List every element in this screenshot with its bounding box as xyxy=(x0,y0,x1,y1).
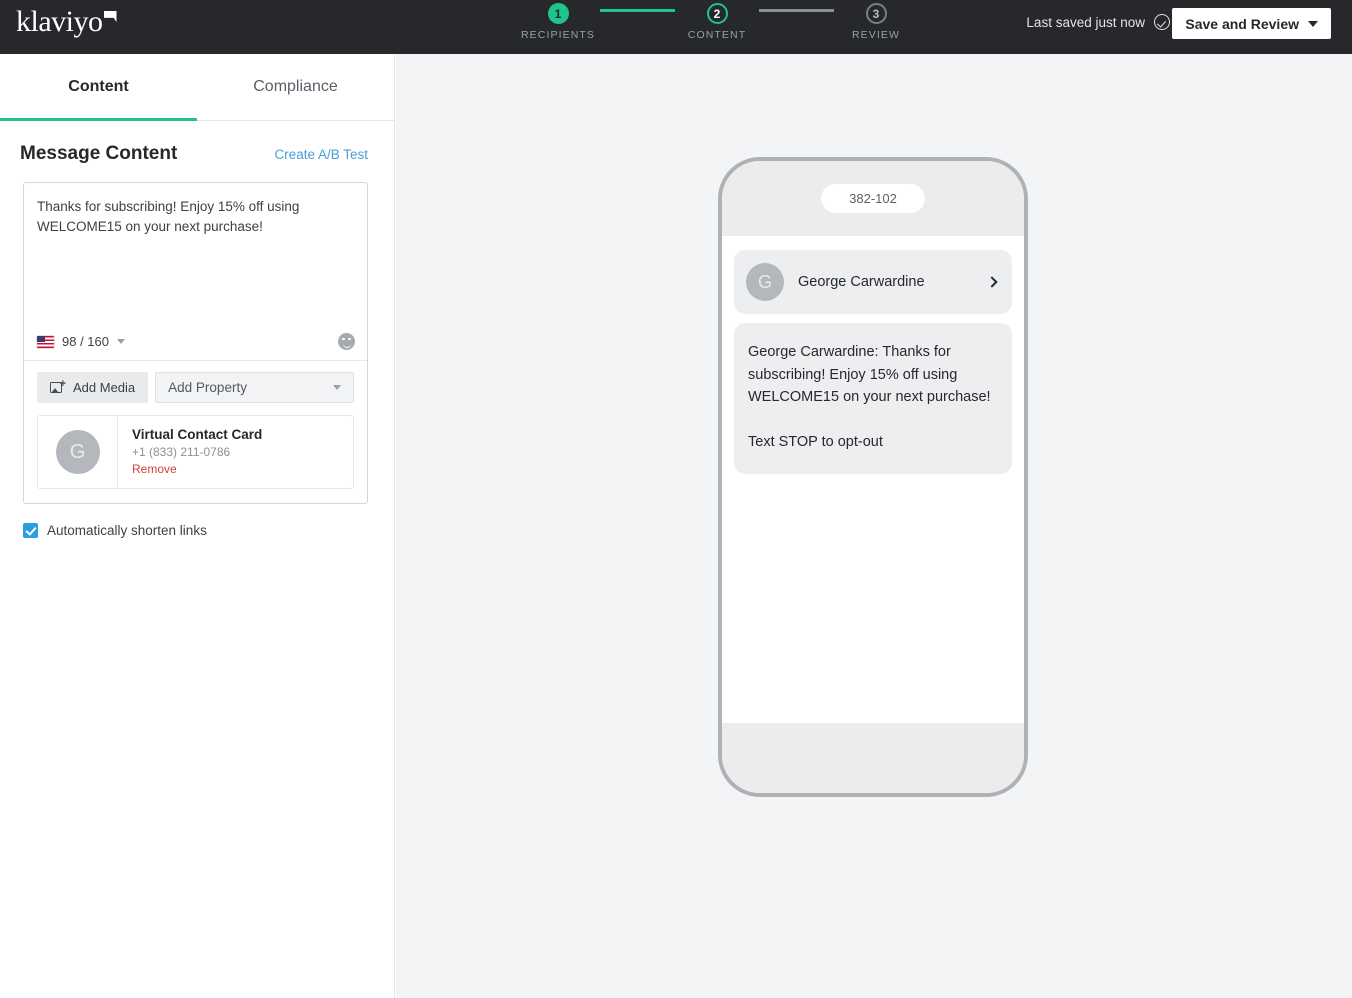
sender-number-pill: 382-102 xyxy=(821,184,925,213)
tab-content-label: Content xyxy=(68,78,128,96)
brand-wordmark: klaviyo xyxy=(16,7,103,37)
vcard-details: Virtual Contact Card +1 (833) 211-0786 R… xyxy=(118,416,262,488)
vcard-title: Virtual Contact Card xyxy=(132,427,262,442)
tab-content[interactable]: Content xyxy=(0,54,197,120)
preview-pane: 382-102 G George Carwardine George Carwa… xyxy=(396,54,1352,998)
character-count: 98 / 160 xyxy=(62,334,109,349)
phone-status-bar: 382-102 xyxy=(722,161,1024,236)
chevron-down-icon xyxy=(333,385,341,390)
preview-contact-card[interactable]: G George Carwardine xyxy=(734,250,1012,314)
editor-tabs: Content Compliance xyxy=(0,54,394,121)
avatar: G xyxy=(56,430,100,474)
phone-screen: G George Carwardine George Carwardine: T… xyxy=(722,236,1024,723)
klaviyo-logo[interactable]: klaviyo xyxy=(16,7,117,37)
vcard-avatar-cell: G xyxy=(38,416,118,488)
remove-vcard-link[interactable]: Remove xyxy=(132,462,262,476)
last-saved-status: Last saved just now xyxy=(1026,14,1170,30)
vcard-phone: +1 (833) 211-0786 xyxy=(132,445,262,459)
add-property-dropdown[interactable]: Add Property xyxy=(155,372,354,403)
add-media-button[interactable]: + Add Media xyxy=(37,372,148,403)
tab-compliance-label: Compliance xyxy=(253,78,337,96)
preview-message-bubble: George Carwardine: Thanks for subscribin… xyxy=(734,323,1012,474)
add-property-label: Add Property xyxy=(168,380,247,395)
left-editor-panel: Content Compliance Message Content Creat… xyxy=(0,54,395,998)
composer-actions: + Add Media Add Property xyxy=(24,361,367,403)
emoji-smiley-icon[interactable] xyxy=(338,333,355,350)
phone-home-area xyxy=(722,723,1024,793)
save-and-review-label: Save and Review xyxy=(1185,16,1299,32)
create-ab-test-link[interactable]: Create A/B Test xyxy=(274,147,368,162)
step-1-circle: 1 xyxy=(548,3,569,24)
shorten-links-row[interactable]: Automatically shorten links xyxy=(23,523,394,538)
chevron-down-icon xyxy=(1308,21,1318,27)
step-2-label: CONTENT xyxy=(688,29,746,41)
avatar: G xyxy=(746,263,784,301)
save-and-review-button[interactable]: Save and Review xyxy=(1172,8,1331,39)
step-3-circle: 3 xyxy=(866,3,887,24)
phone-mockup: 382-102 G George Carwardine George Carwa… xyxy=(718,157,1028,797)
composer-meta-bar: 98 / 160 xyxy=(24,323,367,361)
image-plus-icon: + xyxy=(50,381,65,395)
step-content[interactable]: 2 CONTENT xyxy=(675,0,759,41)
stepper-connector-1 xyxy=(600,9,675,12)
step-3-label: REVIEW xyxy=(852,29,900,41)
message-textarea[interactable]: Thanks for subscribing! Enjoy 15% off us… xyxy=(24,183,367,323)
step-1-label: RECIPIENTS xyxy=(521,29,595,41)
character-count-group[interactable]: 98 / 160 xyxy=(37,334,125,349)
check-circle-icon xyxy=(1154,14,1170,30)
message-content-header: Message Content Create A/B Test xyxy=(0,121,394,165)
last-saved-text: Last saved just now xyxy=(1026,15,1145,30)
step-recipients[interactable]: 1 RECIPIENTS xyxy=(516,0,600,41)
tab-compliance[interactable]: Compliance xyxy=(197,54,394,120)
brand-flag-icon xyxy=(104,11,117,22)
progress-stepper: 1 RECIPIENTS 2 CONTENT 3 REVIEW xyxy=(516,0,918,54)
shorten-links-checkbox[interactable] xyxy=(23,523,38,538)
message-composer: Thanks for subscribing! Enjoy 15% off us… xyxy=(23,182,368,504)
add-media-label: Add Media xyxy=(73,380,135,395)
chevron-right-icon xyxy=(986,276,997,287)
us-flag-icon xyxy=(37,336,54,348)
page-title: Message Content xyxy=(20,143,177,165)
contact-name: George Carwardine xyxy=(798,273,974,291)
virtual-contact-card: G Virtual Contact Card +1 (833) 211-0786… xyxy=(37,415,354,489)
stepper-connector-2 xyxy=(759,9,834,12)
step-review[interactable]: 3 REVIEW xyxy=(834,0,918,41)
shorten-links-label: Automatically shorten links xyxy=(47,523,207,538)
step-2-circle: 2 xyxy=(707,3,728,24)
chevron-down-icon xyxy=(117,339,125,344)
app-header: klaviyo 1 RECIPIENTS 2 CONTENT 3 REVIEW … xyxy=(0,0,1352,54)
